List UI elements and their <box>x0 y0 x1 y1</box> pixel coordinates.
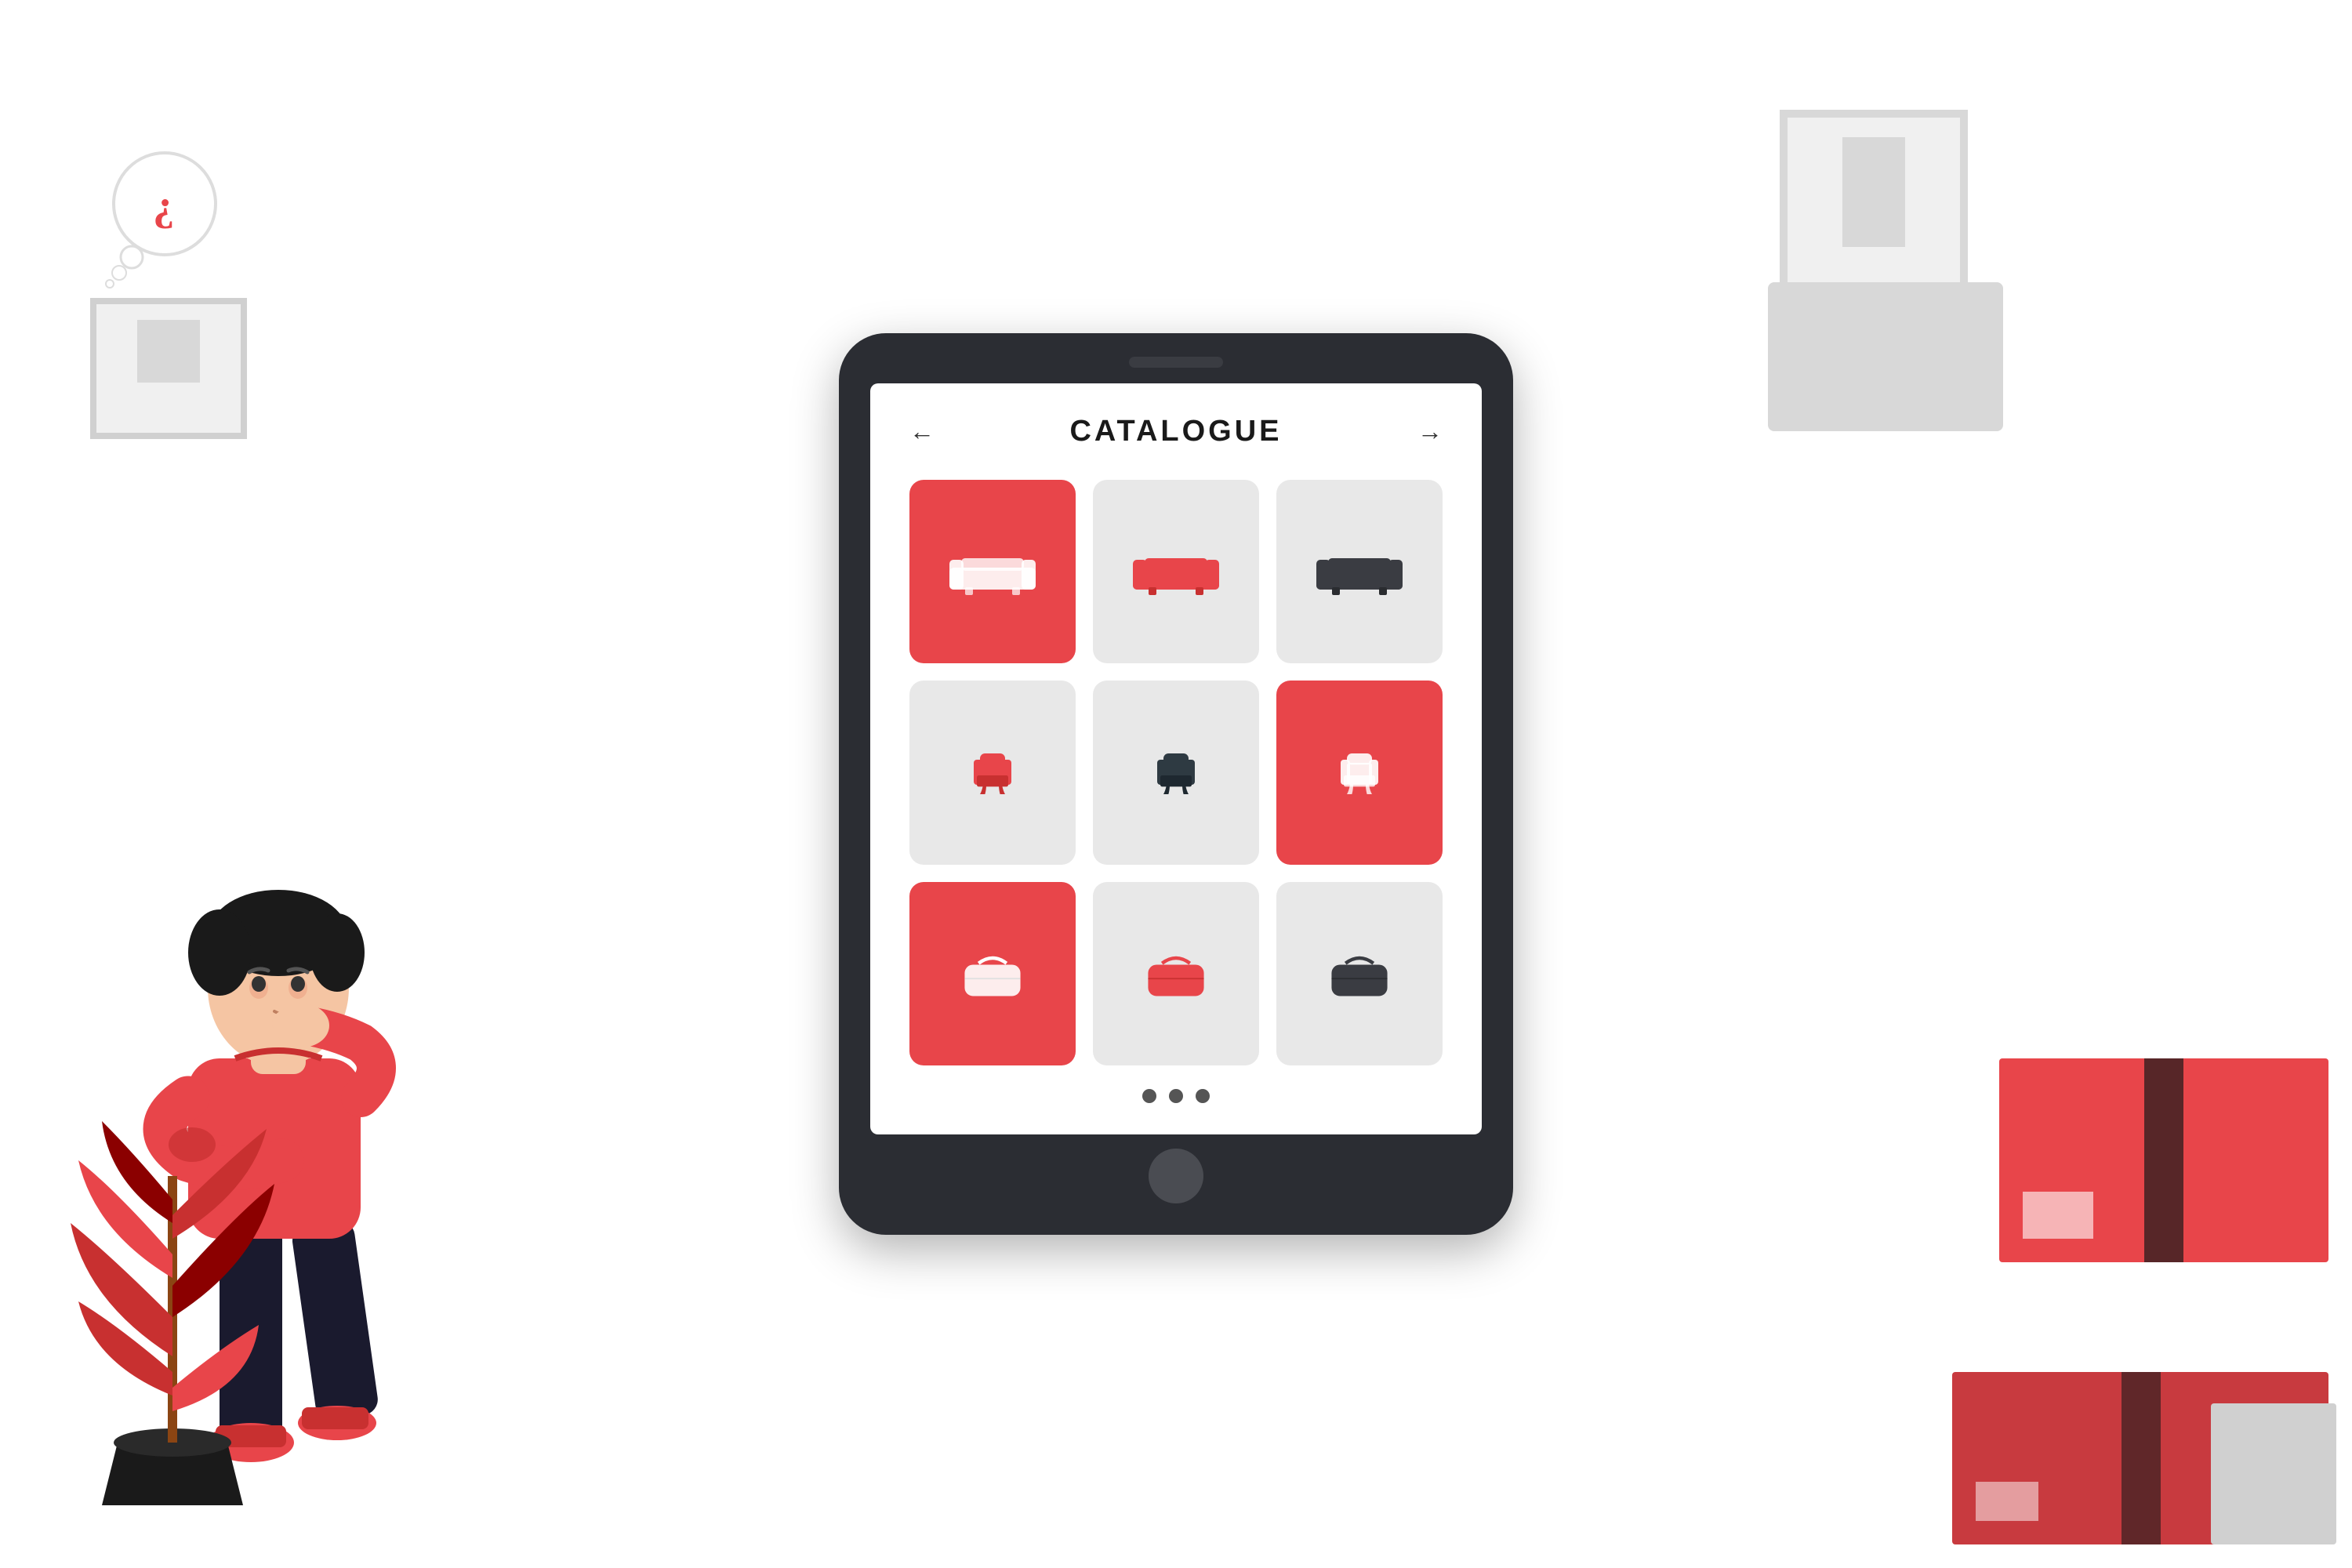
open-box-deco <box>1768 282 2003 431</box>
box-label-2 <box>1976 1482 2038 1521</box>
wall-frame-left <box>90 298 247 439</box>
tablet-camera <box>1129 357 1223 368</box>
armchair-red-icon <box>946 741 1040 804</box>
nav-back-arrow[interactable]: ← <box>909 417 935 446</box>
grid-item-sofa-red[interactable] <box>1093 480 1259 663</box>
catalogue-header: ← CATALOGUE → <box>909 415 1443 448</box>
sofa-dark-icon <box>1312 540 1406 603</box>
grid-item-bag-white[interactable] <box>909 882 1076 1065</box>
grid-item-bag-dark[interactable] <box>1276 882 1443 1065</box>
thought-bubble: ¿ <box>78 141 235 302</box>
sofa-white-icon <box>946 540 1040 603</box>
grid-item-armchair-dark[interactable] <box>1093 681 1259 864</box>
box-red-large <box>1999 1058 2328 1262</box>
grid-item-sofa-dark[interactable] <box>1276 480 1443 663</box>
boxes-stack <box>1952 1058 2328 1544</box>
nav-forward-arrow[interactable]: → <box>1417 417 1443 446</box>
catalogue-grid <box>909 480 1443 1065</box>
tablet-device: ← CATALOGUE → <box>839 333 1513 1235</box>
plant-svg <box>47 1082 298 1537</box>
grid-item-armchair-red[interactable] <box>909 681 1076 864</box>
pagination-dot-3[interactable] <box>1196 1089 1210 1103</box>
tablet-home-button[interactable] <box>1149 1149 1203 1203</box>
bag-dark-icon <box>1312 942 1406 1005</box>
box-grey-small <box>2211 1403 2336 1544</box>
armchair-dark-icon <box>1129 741 1223 804</box>
box-label-1 <box>2023 1192 2093 1239</box>
bag-white-icon <box>946 942 1040 1005</box>
catalogue-title: CATALOGUE <box>1069 415 1282 448</box>
grid-item-sofa-white[interactable] <box>909 480 1076 663</box>
pagination-dot-2[interactable] <box>1169 1089 1183 1103</box>
thought-bubble-svg: ¿ <box>78 141 235 298</box>
armchair-white-icon <box>1312 741 1406 804</box>
frame-left-inner <box>137 320 200 383</box>
grid-item-armchair-white[interactable] <box>1276 681 1443 864</box>
plant-illustration <box>47 1082 298 1537</box>
bag-red-icon <box>1129 942 1223 1005</box>
frame-right-inner <box>1842 137 1905 247</box>
svg-text:¿: ¿ <box>153 181 175 229</box>
pagination-dot-1[interactable] <box>1142 1089 1156 1103</box>
tablet-screen[interactable]: ← CATALOGUE → <box>870 383 1482 1134</box>
pagination-dots <box>909 1089 1443 1103</box>
scene: ← CATALOGUE → <box>0 0 2352 1568</box>
sofa-red-icon <box>1129 540 1223 603</box>
box-tape-1 <box>2144 1058 2183 1262</box>
grid-item-bag-red[interactable] <box>1093 882 1259 1065</box>
box-tape-2 <box>2122 1372 2161 1544</box>
